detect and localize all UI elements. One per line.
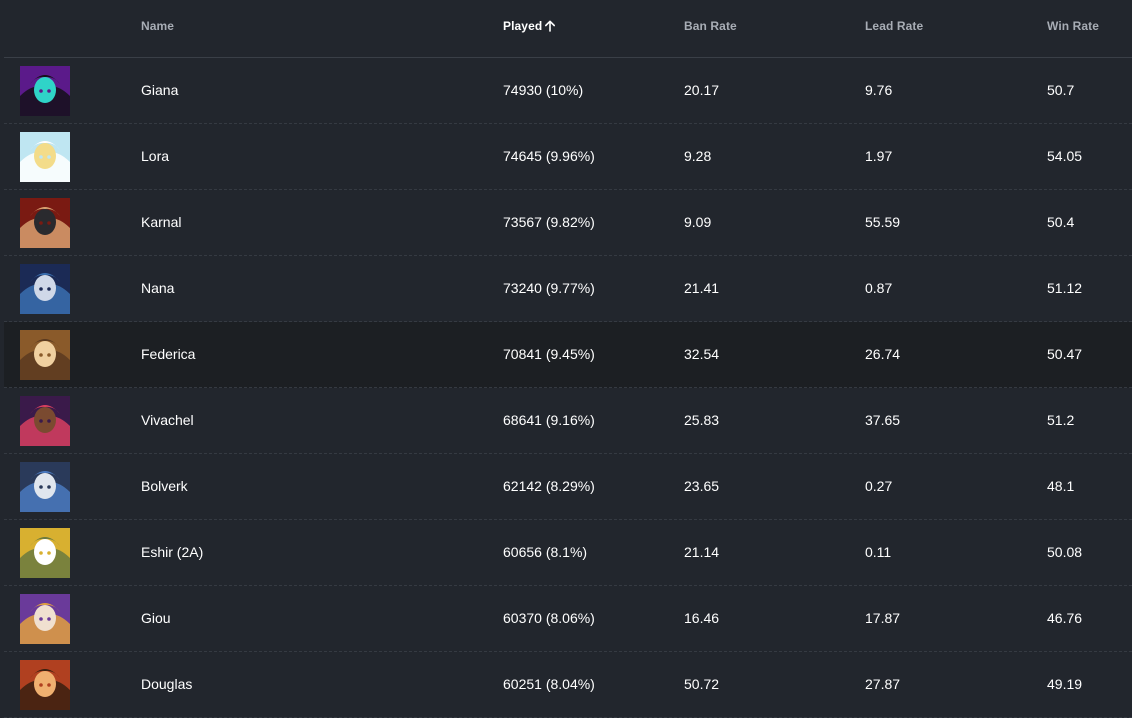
monster-name[interactable]: Karnal <box>141 214 181 230</box>
ban-rate: 20.17 <box>684 82 720 98</box>
table-row[interactable]: Bolverk 62142 (8.29%) 23.65 0.27 48.1 <box>4 454 1132 520</box>
monster-name[interactable]: Bolverk <box>141 478 188 494</box>
lead-rate: 37.65 <box>865 412 901 428</box>
lead-rate: 0.87 <box>865 280 893 296</box>
lead-rate: 0.11 <box>865 544 892 560</box>
ban-rate: 23.65 <box>684 478 720 494</box>
lead-rate: 1.97 <box>865 148 893 164</box>
column-header-win-rate[interactable]: Win Rate <box>1047 19 1099 33</box>
table-row[interactable]: Karnal 73567 (9.82%) 9.09 55.59 50.4 <box>4 190 1132 256</box>
table-row[interactable]: Nana 73240 (9.77%) 21.41 0.87 51.12 <box>4 256 1132 322</box>
lead-rate: 0.27 <box>865 478 893 494</box>
win-rate: 50.7 <box>1047 82 1075 98</box>
monster-portrait-icon <box>20 198 70 248</box>
monster-name[interactable]: Eshir (2A) <box>141 544 203 560</box>
played-count: 73567 (9.82%) <box>503 214 595 230</box>
table-row[interactable]: Eshir (2A) 60656 (8.1%) 21.14 0.11 50.08 <box>4 520 1132 586</box>
monster-portrait-icon <box>20 264 70 314</box>
win-rate: 50.08 <box>1047 544 1083 560</box>
monster-name[interactable]: Nana <box>141 280 174 296</box>
lead-rate: 55.59 <box>865 214 901 230</box>
monster-portrait-icon <box>20 462 70 512</box>
table-row[interactable]: Giana 74930 (10%) 20.17 9.76 50.7 <box>4 58 1132 124</box>
monster-portrait-icon <box>20 66 70 116</box>
table-body: Giana 74930 (10%) 20.17 9.76 50.7 Lora 74645 (… <box>4 58 1132 718</box>
monster-name[interactable]: Vivachel <box>141 412 194 428</box>
column-header-played[interactable]: Played <box>503 19 556 33</box>
played-count: 74930 (10%) <box>503 82 584 98</box>
ban-rate: 21.41 <box>684 280 720 296</box>
lead-rate: 26.74 <box>865 346 901 362</box>
monster-name[interactable]: Giou <box>141 610 171 626</box>
played-count: 70841 (9.45%) <box>503 346 595 362</box>
monster-portrait-icon <box>20 594 70 644</box>
win-rate: 51.12 <box>1047 280 1083 296</box>
column-header-played-label: Played <box>503 19 543 33</box>
played-count: 68641 (9.16%) <box>503 412 595 428</box>
lead-rate: 27.87 <box>865 676 901 692</box>
monster-portrait-icon <box>20 396 70 446</box>
win-rate: 50.47 <box>1047 346 1083 362</box>
played-count: 62142 (8.29%) <box>503 478 595 494</box>
played-count: 60656 (8.1%) <box>503 544 588 560</box>
ban-rate: 21.14 <box>684 544 720 560</box>
column-header-ban-rate[interactable]: Ban Rate <box>684 19 737 33</box>
table-row[interactable]: Douglas 60251 (8.04%) 50.72 27.87 49.19 <box>4 652 1132 718</box>
played-count: 60251 (8.04%) <box>503 676 595 692</box>
monster-stats-table: Name Played Ban Rate Lead Rate Win Rate … <box>4 0 1132 718</box>
ban-rate: 9.28 <box>684 148 712 164</box>
played-count: 74645 (9.96%) <box>503 148 595 164</box>
win-rate: 48.1 <box>1047 478 1075 494</box>
win-rate: 50.4 <box>1047 214 1075 230</box>
monster-portrait-icon <box>20 330 70 380</box>
monster-portrait-icon <box>20 528 70 578</box>
ban-rate: 50.72 <box>684 676 720 692</box>
table-row[interactable]: Giou 60370 (8.06%) 16.46 17.87 46.76 <box>4 586 1132 652</box>
ban-rate: 32.54 <box>684 346 720 362</box>
table-header: Name Played Ban Rate Lead Rate Win Rate <box>4 0 1132 58</box>
table-row[interactable]: Federica 70841 (9.45%) 32.54 26.74 50.47 <box>4 322 1132 388</box>
ban-rate: 25.83 <box>684 412 720 428</box>
ban-rate: 16.46 <box>684 610 720 626</box>
monster-portrait-icon <box>20 132 70 182</box>
arrow-up-icon <box>545 20 556 32</box>
table-row[interactable]: Lora 74645 (9.96%) 9.28 1.97 54.05 <box>4 124 1132 190</box>
played-count: 60370 (8.06%) <box>503 610 595 626</box>
table-row[interactable]: Vivachel 68641 (9.16%) 25.83 37.65 51.2 <box>4 388 1132 454</box>
column-header-name[interactable]: Name <box>141 19 174 33</box>
lead-rate: 17.87 <box>865 610 901 626</box>
ban-rate: 9.09 <box>684 214 712 230</box>
win-rate: 49.19 <box>1047 676 1083 692</box>
monster-name[interactable]: Douglas <box>141 676 192 692</box>
column-header-lead-rate[interactable]: Lead Rate <box>865 19 923 33</box>
monster-name[interactable]: Federica <box>141 346 195 362</box>
lead-rate: 9.76 <box>865 82 893 98</box>
played-count: 73240 (9.77%) <box>503 280 595 296</box>
monster-name[interactable]: Giana <box>141 82 178 98</box>
win-rate: 54.05 <box>1047 148 1083 164</box>
win-rate: 51.2 <box>1047 412 1075 428</box>
monster-name[interactable]: Lora <box>141 148 169 164</box>
win-rate: 46.76 <box>1047 610 1083 626</box>
monster-portrait-icon <box>20 660 70 710</box>
